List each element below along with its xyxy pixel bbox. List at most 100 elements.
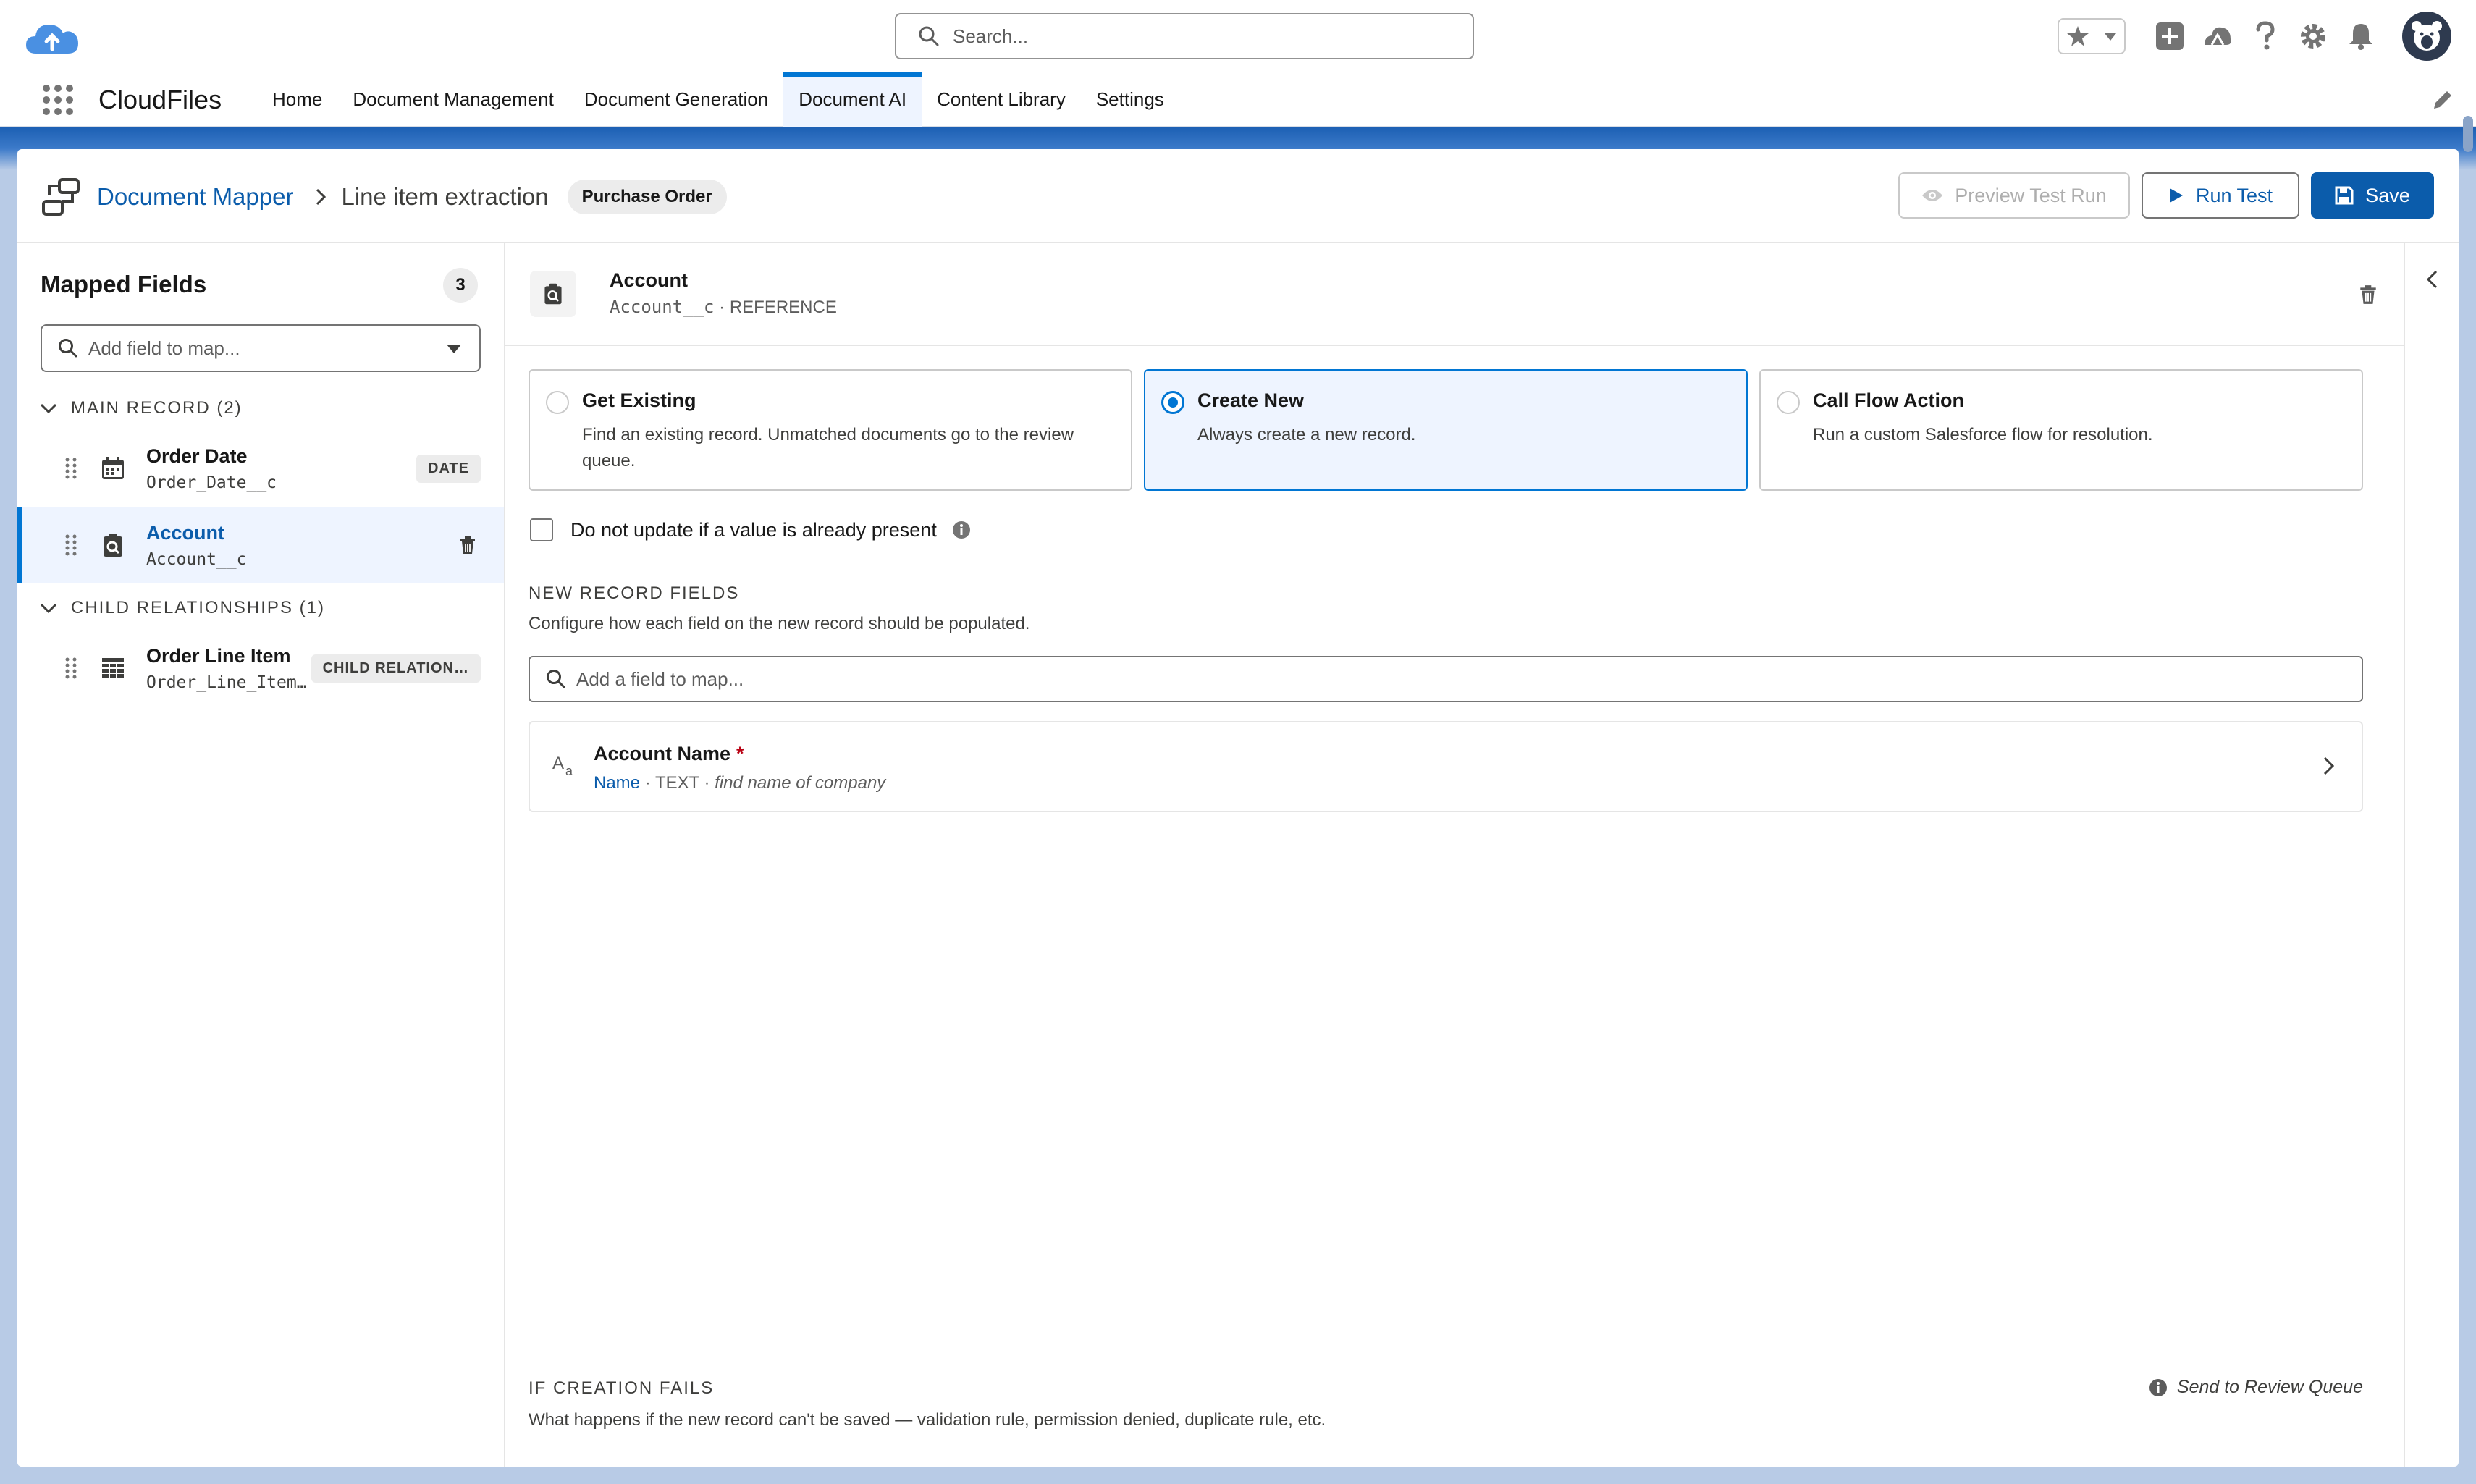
field-type-badge: DATE xyxy=(416,454,481,483)
option-title: Get Existing xyxy=(582,389,696,411)
nav-item-content-library[interactable]: Content Library xyxy=(922,72,1081,127)
field-text: Order Line Item Order_Line_Item… xyxy=(146,645,311,692)
section-child-relationships[interactable]: CHILD RELATIONSHIPS (1) xyxy=(39,598,325,618)
search-icon xyxy=(919,26,939,46)
do-not-update-checkbox[interactable] xyxy=(530,518,553,541)
edit-nav-pencil-icon[interactable] xyxy=(2431,88,2454,111)
favorites-dropdown-icon[interactable] xyxy=(2102,28,2118,44)
new-record-field-search-input[interactable]: Add a field to map... xyxy=(529,656,2363,702)
document-mapper-card: Document Mapper Line item extraction Pur… xyxy=(17,149,2459,1467)
option-call-flow-action[interactable]: Call Flow Action Run a custom Salesforce… xyxy=(1759,369,2363,491)
setup-gear-icon[interactable] xyxy=(2296,20,2330,53)
header-utility-icons xyxy=(2058,10,2451,62)
field-api-name: Account__c xyxy=(146,549,247,569)
option-title: Create New xyxy=(1197,389,1305,411)
page-scrollbar[interactable] xyxy=(2463,116,2473,152)
run-test-button[interactable]: Run Test xyxy=(2142,172,2299,219)
notifications-bell-icon[interactable] xyxy=(2344,20,2378,53)
if-creation-fails-title: IF CREATION FAILS xyxy=(529,1378,715,1398)
option-create-new[interactable]: Create New Always create a new record. xyxy=(1144,369,1748,491)
delete-trash-icon[interactable] xyxy=(458,535,478,555)
breadcrumb: Document Mapper Line item extraction Pur… xyxy=(97,180,727,214)
failure-action-label: Send to Review Queue xyxy=(2176,1377,2363,1397)
page-header: Document Mapper Line item extraction Pur… xyxy=(17,149,2459,243)
play-icon xyxy=(2169,188,2183,203)
trailhead-icon[interactable] xyxy=(2201,20,2234,53)
new-record-field-name: Account Name * xyxy=(594,743,744,765)
lookup-reference-icon xyxy=(104,534,122,557)
field-detail-type: REFERENCE xyxy=(729,298,837,317)
radio-create-new[interactable] xyxy=(1161,391,1184,414)
radio-call-flow-action[interactable] xyxy=(1777,391,1800,414)
field-detail-name: Account xyxy=(610,269,688,291)
text-type-icon: A a xyxy=(552,754,573,778)
preview-test-run-button[interactable]: Preview Test Run xyxy=(1898,172,2130,219)
chevron-right-icon[interactable] xyxy=(2317,754,2340,777)
breadcrumb-current: Line item extraction xyxy=(341,183,549,210)
drag-handle-icon[interactable] xyxy=(62,655,80,681)
do-not-update-label[interactable]: Do not update if a value is already pres… xyxy=(570,519,937,541)
meta-separator: · xyxy=(640,773,655,793)
app-launcher-waffle-icon[interactable] xyxy=(41,83,75,117)
section-main-record[interactable]: MAIN RECORD (2) xyxy=(39,398,243,418)
global-header: Search... xyxy=(0,0,2476,72)
meta-separator: · xyxy=(699,773,715,793)
nav-items: Home Document Management Document Genera… xyxy=(257,72,1179,127)
drag-handle-icon[interactable] xyxy=(62,532,80,558)
new-record-field-hint: find name of company xyxy=(715,773,886,793)
favorites-star-icon[interactable] xyxy=(2066,24,2090,49)
resolution-options: Get Existing Find an existing record. Un… xyxy=(529,369,2363,491)
eye-icon xyxy=(1922,190,1943,201)
chevron-down-icon xyxy=(447,345,461,353)
chevron-left-icon[interactable] xyxy=(2421,268,2444,291)
radio-get-existing[interactable] xyxy=(546,391,569,414)
save-label: Save xyxy=(2365,184,2410,206)
if-creation-fails-description: What happens if the new record can't be … xyxy=(529,1410,1326,1430)
nav-item-settings[interactable]: Settings xyxy=(1081,72,1179,127)
field-type-badge: CHILD RELATION… xyxy=(311,654,481,683)
option-get-existing[interactable]: Get Existing Find an existing record. Un… xyxy=(529,369,1132,491)
cloudfiles-logo-icon[interactable] xyxy=(23,16,81,59)
new-record-field-account-name[interactable]: A a Account Name * Name · TEXT · find nam… xyxy=(529,721,2363,812)
option-description: Always create a new record. xyxy=(1197,425,1416,444)
save-button[interactable]: Save xyxy=(2311,172,2434,219)
new-record-field-api: Name xyxy=(594,773,641,793)
add-field-combobox[interactable]: Add field to map... xyxy=(41,324,481,372)
chevron-down-icon xyxy=(40,403,57,414)
help-icon[interactable] xyxy=(2249,20,2282,53)
nav-item-document-management[interactable]: Document Management xyxy=(337,72,568,127)
global-search-input[interactable]: Search... xyxy=(895,13,1474,59)
section-child-relationships-label: CHILD RELATIONSHIPS (1) xyxy=(71,598,325,617)
preview-test-run-label: Preview Test Run xyxy=(1955,184,2107,206)
mapped-field-order-date[interactable]: Order Date Order_Date__c DATE xyxy=(17,430,504,507)
info-icon[interactable] xyxy=(951,520,972,540)
field-detail-panel: Account Account__c · REFERENCE Get Exist… xyxy=(505,243,2404,1467)
field-api-name: Order_Date__c xyxy=(146,473,277,492)
drag-handle-icon[interactable] xyxy=(62,455,80,481)
nav-item-document-generation[interactable]: Document Generation xyxy=(569,72,783,127)
document-mapper-icon xyxy=(42,178,80,216)
search-placeholder: Search... xyxy=(953,25,1029,47)
favorites-group[interactable] xyxy=(2058,18,2126,54)
user-avatar[interactable] xyxy=(2402,12,2451,61)
run-test-label: Run Test xyxy=(2195,184,2273,206)
chevron-down-icon xyxy=(40,603,57,614)
field-name: Order Line Item xyxy=(146,644,291,667)
breadcrumb-document-mapper-link[interactable]: Document Mapper xyxy=(97,183,293,211)
calendar-icon xyxy=(102,457,124,479)
mapped-fields-panel: Mapped Fields 3 Add field to map... MAIN… xyxy=(17,243,505,1467)
mapped-field-account[interactable]: Account Account__c xyxy=(17,507,504,583)
option-title: Call Flow Action xyxy=(1813,389,1964,411)
nav-item-document-ai[interactable]: Document AI xyxy=(783,72,922,127)
nav-item-home[interactable]: Home xyxy=(257,72,337,127)
mapped-field-order-line-item[interactable]: Order Line Item Order_Line_Item… CHILD R… xyxy=(17,630,504,707)
new-record-fields-title: NEW RECORD FIELDS xyxy=(529,583,740,603)
field-detail-header: Account Account__c · REFERENCE xyxy=(505,243,2404,346)
failure-action-indicator[interactable]: Send to Review Queue xyxy=(2148,1377,2363,1398)
global-add-icon[interactable] xyxy=(2153,20,2186,53)
save-disk-icon xyxy=(2335,186,2354,205)
delete-mapping-trash-icon[interactable] xyxy=(2357,284,2379,305)
new-record-field-meta: Name · TEXT · find name of company xyxy=(594,773,885,793)
table-grid-icon xyxy=(102,658,124,678)
field-detail-sep: · xyxy=(714,298,730,317)
